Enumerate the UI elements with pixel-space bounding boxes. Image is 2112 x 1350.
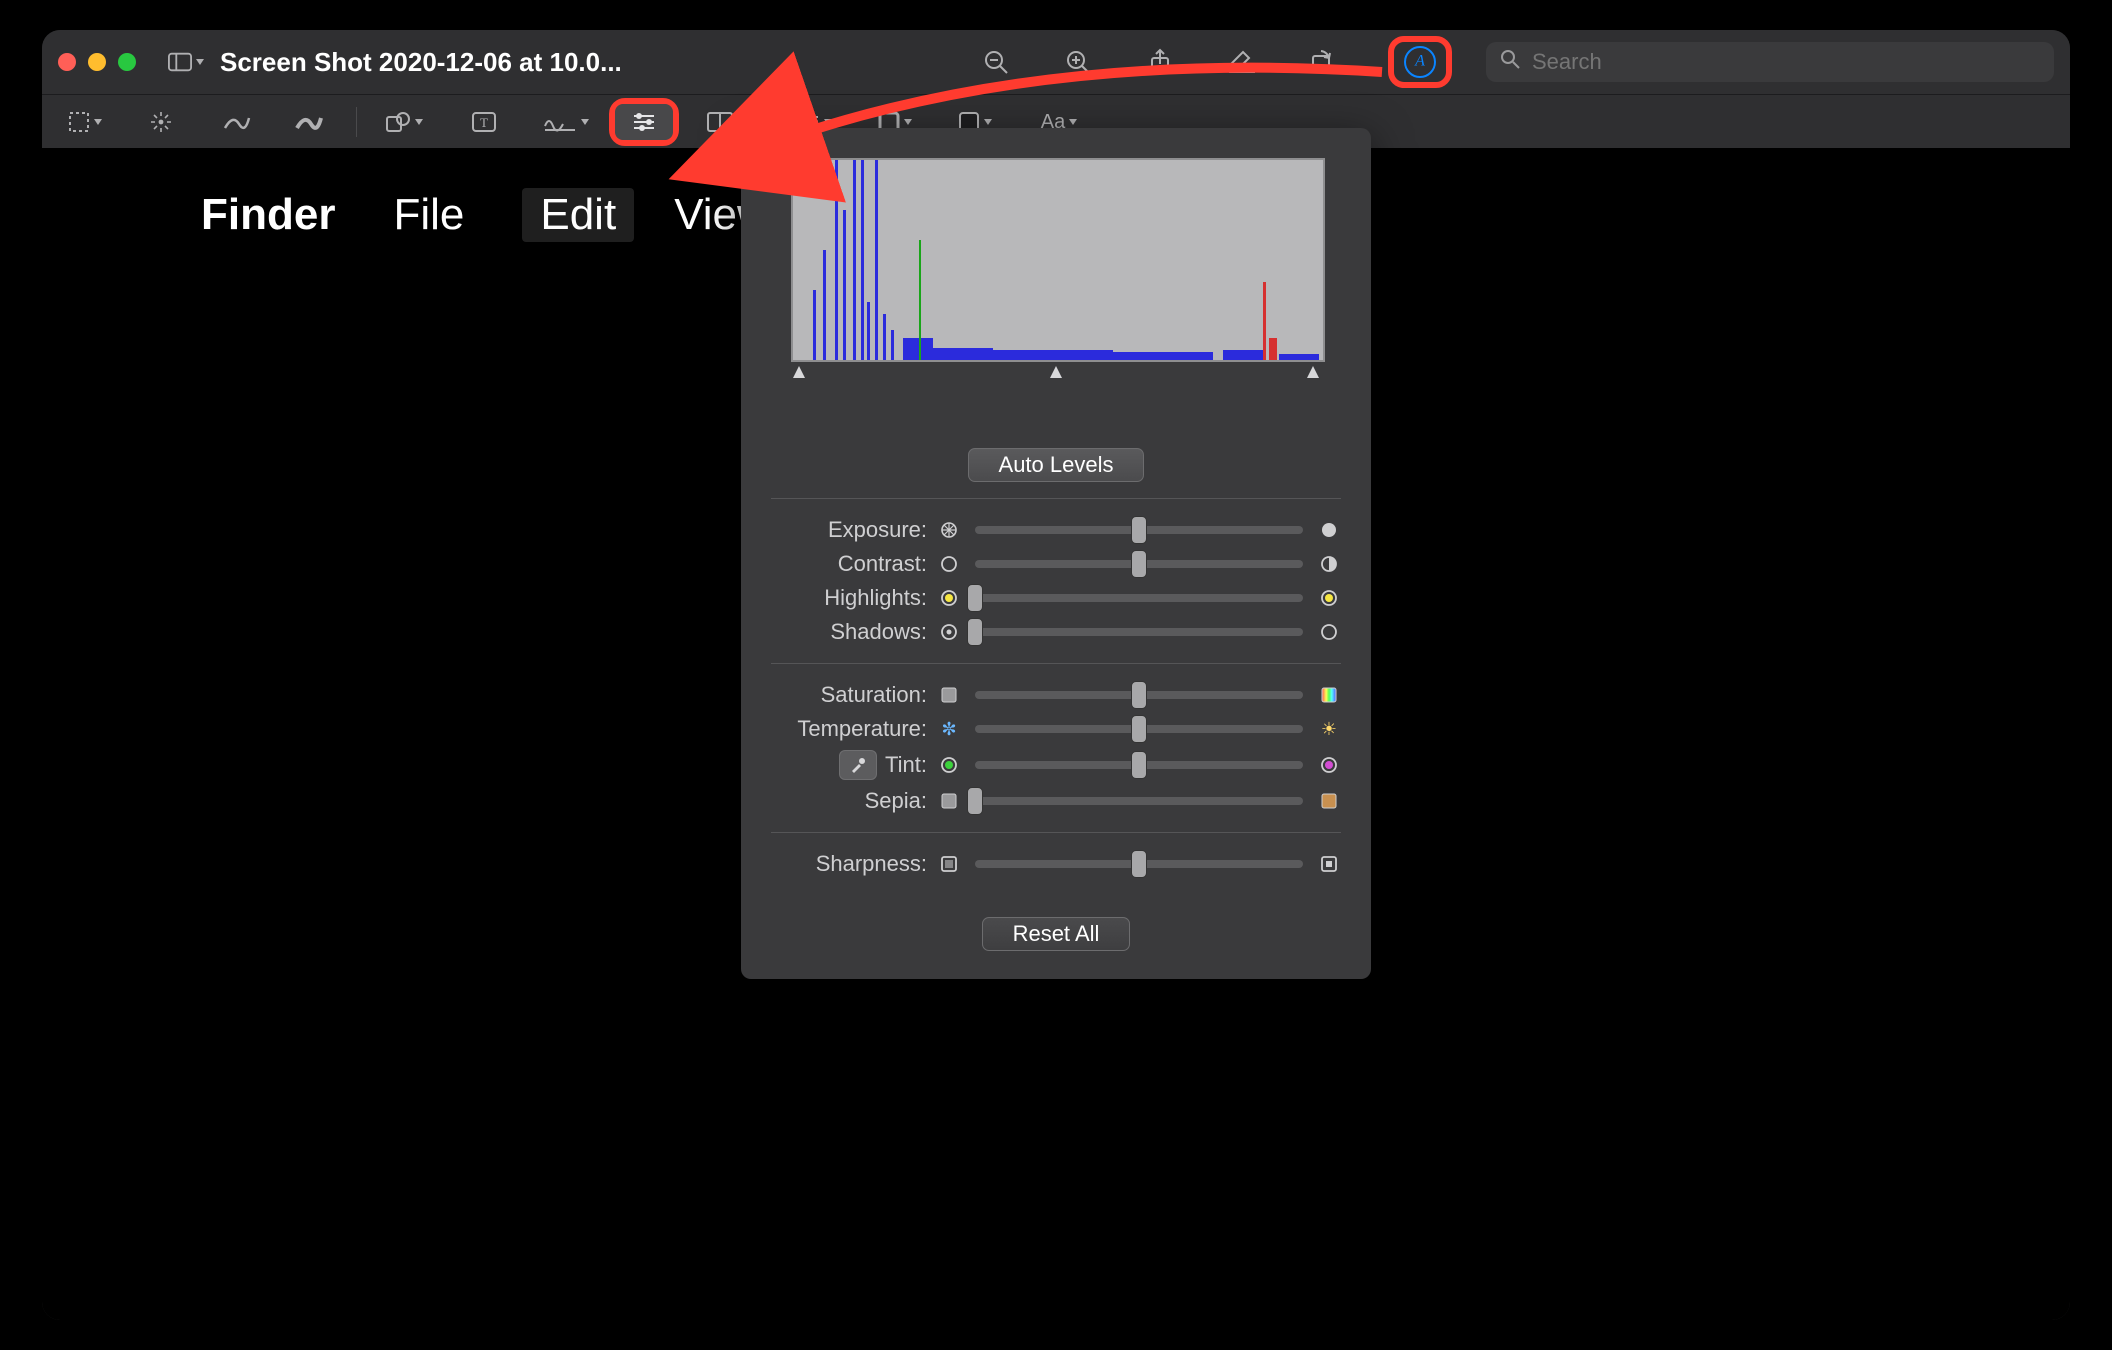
markup-button-highlight — [1388, 36, 1452, 88]
reset-all-button[interactable]: Reset All — [982, 917, 1131, 951]
text-tool[interactable]: T — [455, 104, 513, 140]
auto-levels-button[interactable]: Auto Levels — [968, 448, 1145, 482]
sharp-square-icon — [1317, 852, 1341, 876]
temperature-label: Temperature: — [741, 716, 927, 742]
gray-swatch-icon — [937, 683, 961, 707]
circle-outline-icon — [937, 552, 961, 576]
snowflake-icon: ✼ — [937, 717, 961, 741]
shapes-tool[interactable] — [375, 104, 433, 140]
markup-toggle-button[interactable] — [1404, 46, 1436, 78]
sun-icon: ☀ — [1317, 717, 1341, 741]
adjust-color-tool-highlight — [609, 98, 679, 146]
search-input[interactable] — [1530, 48, 2040, 76]
half-circle-icon — [1317, 552, 1341, 576]
sharpness-label: Sharpness: — [741, 851, 927, 877]
temperature-slider[interactable] — [975, 725, 1303, 733]
exposure-row: Exposure: — [741, 513, 1371, 547]
titlebar-actions — [978, 36, 1452, 88]
highlights-label: Highlights: — [741, 585, 927, 611]
exposure-slider[interactable] — [975, 526, 1303, 534]
rotate-button[interactable] — [1306, 47, 1342, 77]
preview-window: Screen Shot 2020-12-06 at 10.0... — [42, 30, 2070, 1320]
aperture-closed-icon — [1317, 518, 1341, 542]
sharpness-slider[interactable] — [975, 860, 1303, 868]
yellow-dot-icon — [937, 586, 961, 610]
zoom-window-button[interactable] — [118, 53, 136, 71]
histogram-handle-white[interactable] — [1305, 364, 1321, 380]
close-panel-button[interactable]: ✕ — [737, 124, 763, 150]
eyedropper-button[interactable] — [839, 750, 877, 780]
toolbar-separator — [356, 107, 357, 137]
contrast-slider[interactable] — [975, 560, 1303, 568]
menubar-app: Finder — [201, 190, 335, 240]
saturation-label: Saturation: — [741, 682, 927, 708]
close-window-button[interactable] — [58, 53, 76, 71]
tint-label-wrap: Tint: — [741, 750, 927, 780]
tint-row: Tint: — [741, 746, 1371, 784]
search-icon — [1500, 49, 1520, 75]
adjust-color-panel: ✕ — [741, 128, 1371, 979]
sepia-slider[interactable] — [975, 797, 1303, 805]
menu-file: File — [393, 190, 464, 240]
exposure-label: Exposure: — [741, 517, 927, 543]
histogram-handle-mid[interactable] — [1048, 364, 1064, 380]
saturation-row: Saturation: — [741, 678, 1371, 712]
window-title: Screen Shot 2020-12-06 at 10.0... — [220, 47, 622, 78]
instant-alpha-tool[interactable] — [132, 104, 190, 140]
panel-separator — [771, 498, 1341, 499]
adjust-color-tool[interactable] — [615, 104, 673, 140]
shadows-slider[interactable] — [975, 628, 1303, 636]
histogram — [791, 158, 1325, 362]
circle-outline-icon — [1317, 620, 1341, 644]
histogram-handle-black[interactable] — [791, 364, 807, 380]
minimize-window-button[interactable] — [88, 53, 106, 71]
magenta-dot-icon — [1317, 753, 1341, 777]
svg-text:T: T — [480, 115, 488, 130]
tint-label: Tint: — [885, 752, 927, 778]
temperature-row: Temperature: ✼ ☀ — [741, 712, 1371, 746]
histogram-section — [741, 128, 1371, 388]
sepia-swatch-icon — [1317, 789, 1341, 813]
sidebar-toggle-button[interactable] — [168, 47, 204, 77]
yellow-dot-icon — [1317, 586, 1341, 610]
shadows-label: Shadows: — [741, 619, 927, 645]
signature-tool[interactable] — [535, 104, 597, 140]
highlighter-button[interactable] — [1224, 47, 1260, 77]
titlebar: Screen Shot 2020-12-06 at 10.0... — [42, 30, 2070, 95]
highlights-slider[interactable] — [975, 594, 1303, 602]
contrast-row: Contrast: — [741, 547, 1371, 581]
highlights-row: Highlights: — [741, 581, 1371, 615]
zoom-out-button[interactable] — [978, 47, 1014, 77]
green-dot-icon — [937, 753, 961, 777]
draw-tool[interactable] — [280, 104, 338, 140]
sepia-row: Sepia: — [741, 784, 1371, 818]
sharpness-row: Sharpness: — [741, 847, 1371, 881]
window-controls — [58, 53, 136, 71]
gray-swatch-icon — [937, 789, 961, 813]
panel-separator — [771, 663, 1341, 664]
zoom-in-button[interactable] — [1060, 47, 1096, 77]
sepia-label: Sepia: — [741, 788, 927, 814]
target-dot-icon — [937, 620, 961, 644]
blur-square-icon — [937, 852, 961, 876]
shadows-row: Shadows: — [741, 615, 1371, 649]
rainbow-swatch-icon — [1317, 683, 1341, 707]
menu-edit: Edit — [522, 188, 634, 242]
contrast-label: Contrast: — [741, 551, 927, 577]
histogram-handles — [791, 364, 1321, 380]
panel-separator — [771, 832, 1341, 833]
share-button[interactable] — [1142, 47, 1178, 77]
sketch-tool[interactable] — [208, 104, 266, 140]
aperture-open-icon — [937, 518, 961, 542]
selection-tool[interactable] — [56, 104, 114, 140]
saturation-slider[interactable] — [975, 691, 1303, 699]
search-field[interactable] — [1486, 42, 2054, 82]
tint-slider[interactable] — [975, 761, 1303, 769]
